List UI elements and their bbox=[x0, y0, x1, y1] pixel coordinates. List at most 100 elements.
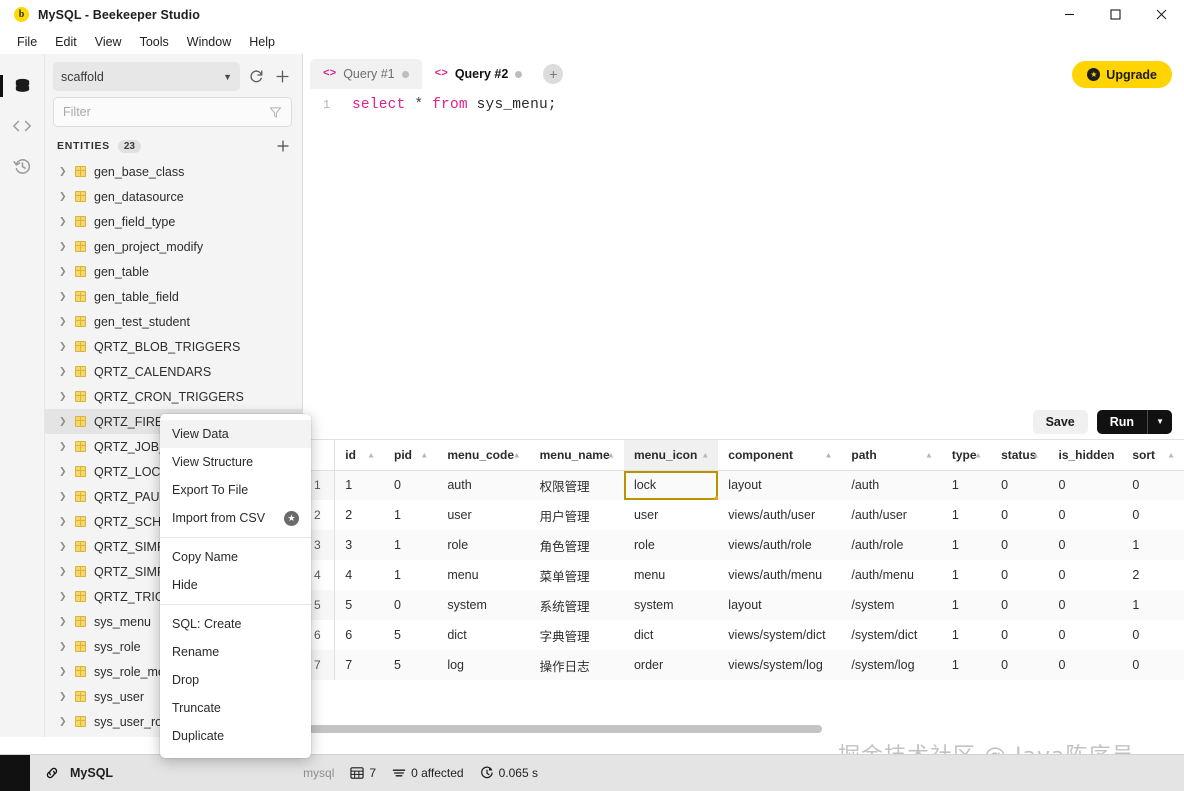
cell-pid[interactable]: 1 bbox=[383, 560, 438, 590]
context-menu-item-sql-create[interactable]: SQL: Create bbox=[160, 610, 311, 638]
cell-path[interactable]: /system bbox=[841, 590, 942, 620]
cell-menu_name[interactable]: 菜单管理 bbox=[529, 560, 624, 590]
cell-sort[interactable]: 0 bbox=[1122, 620, 1184, 650]
cell-path[interactable]: /system/log bbox=[841, 650, 942, 680]
cell-menu_name[interactable]: 操作日志 bbox=[529, 650, 624, 680]
rail-query-button[interactable] bbox=[0, 106, 45, 146]
database-select[interactable]: scaffold ▼ bbox=[53, 62, 240, 91]
cell-status[interactable]: 0 bbox=[991, 500, 1049, 530]
chevron-right-icon[interactable]: ❯ bbox=[59, 491, 67, 502]
tab-query-1[interactable]: <> Query #1 bbox=[310, 59, 422, 89]
table-row[interactable]: 2 2 1 user 用户管理 user views/auth/user/auth/user… bbox=[304, 500, 1184, 530]
context-menu-item-import-from-csv[interactable]: Import from CSV ★ bbox=[160, 504, 311, 532]
chevron-right-icon[interactable]: ❯ bbox=[59, 441, 67, 452]
tab-close-icon[interactable] bbox=[515, 70, 523, 78]
menu-file[interactable]: File bbox=[8, 32, 46, 52]
cell-type[interactable]: 1 bbox=[941, 650, 992, 680]
upgrade-button[interactable]: ★ Upgrade bbox=[1072, 61, 1172, 88]
sort-ascending-icon[interactable]: ▲ bbox=[607, 450, 615, 459]
cell-pid[interactable]: 0 bbox=[383, 590, 438, 620]
tab-close-icon[interactable] bbox=[401, 70, 409, 78]
rail-history-button[interactable] bbox=[0, 146, 45, 186]
sidebar-entity-gen_test_student[interactable]: ❯ gen_test_student bbox=[45, 309, 302, 334]
cell-pid[interactable]: 1 bbox=[383, 500, 438, 530]
cell-status[interactable]: 0 bbox=[991, 530, 1049, 560]
cell-id[interactable]: 6 bbox=[334, 620, 384, 650]
chevron-right-icon[interactable]: ❯ bbox=[59, 691, 67, 702]
chevron-right-icon[interactable]: ❯ bbox=[59, 641, 67, 652]
sort-ascending-icon[interactable]: ▲ bbox=[513, 450, 521, 459]
chevron-right-icon[interactable]: ❯ bbox=[59, 241, 67, 252]
cell-pid[interactable]: 5 bbox=[383, 620, 438, 650]
cell-component[interactable]: views/auth/user bbox=[718, 500, 842, 530]
column-header-menu_icon[interactable]: menu_icon ▲ bbox=[623, 440, 719, 471]
table-row[interactable]: 5 5 0 system 系统管理 system layout/system 1 0 0 1 bbox=[304, 590, 1184, 620]
cell-menu_icon[interactable]: user bbox=[623, 500, 719, 530]
sidebar-entity-qrtz_blob_triggers[interactable]: ❯ QRTZ_BLOB_TRIGGERS bbox=[45, 334, 302, 359]
cell-menu_icon[interactable]: role bbox=[623, 530, 719, 560]
cell-id[interactable]: 2 bbox=[334, 500, 384, 530]
context-menu-item-view-data[interactable]: View Data bbox=[160, 420, 311, 448]
cell-menu_code[interactable]: role bbox=[437, 530, 530, 560]
cell-is_hidden[interactable]: 0 bbox=[1048, 500, 1123, 530]
cell-type[interactable]: 1 bbox=[941, 560, 992, 590]
cell-status[interactable]: 0 bbox=[991, 590, 1049, 620]
cell-type[interactable]: 1 bbox=[941, 470, 992, 500]
cell-component[interactable]: views/auth/menu bbox=[718, 560, 842, 590]
cell-path[interactable]: /auth bbox=[841, 470, 942, 500]
cell-path[interactable]: /auth/role bbox=[841, 530, 942, 560]
context-menu-item-view-structure[interactable]: View Structure bbox=[160, 448, 311, 476]
maximize-icon[interactable] bbox=[1092, 0, 1138, 29]
sort-ascending-icon[interactable]: ▲ bbox=[367, 450, 375, 459]
sidebar-entity-gen_project_modify[interactable]: ❯ gen_project_modify bbox=[45, 234, 302, 259]
chevron-right-icon[interactable]: ❯ bbox=[59, 516, 67, 527]
cell-menu_code[interactable]: system bbox=[437, 590, 530, 620]
cell-status[interactable]: 0 bbox=[991, 470, 1049, 500]
cell-path[interactable]: /auth/user bbox=[841, 500, 942, 530]
column-header-menu_code[interactable]: menu_code ▲ bbox=[437, 440, 530, 471]
refresh-icon[interactable] bbox=[246, 67, 266, 87]
context-menu-item-export-to-file[interactable]: Export To File bbox=[160, 476, 311, 504]
cell-sort[interactable]: 0 bbox=[1122, 500, 1184, 530]
sidebar-entity-qrtz_cron_triggers[interactable]: ❯ QRTZ_CRON_TRIGGERS bbox=[45, 384, 302, 409]
chevron-right-icon[interactable]: ❯ bbox=[59, 416, 67, 427]
menu-edit[interactable]: Edit bbox=[46, 32, 86, 52]
cell-id[interactable]: 5 bbox=[334, 590, 384, 620]
cell-status[interactable]: 0 bbox=[991, 620, 1049, 650]
context-menu-item-hide[interactable]: Hide bbox=[160, 571, 311, 599]
sidebar-entity-gen_table[interactable]: ❯ gen_table bbox=[45, 259, 302, 284]
cell-component[interactable]: views/system/log bbox=[718, 650, 842, 680]
cell-sort[interactable]: 0 bbox=[1122, 650, 1184, 680]
cell-status[interactable]: 0 bbox=[991, 650, 1049, 680]
results-grid-container[interactable]: id ▲ pid ▲ menu_code ▲ menu_name ▲ menu_icon ▲ com… bbox=[304, 440, 1184, 737]
chevron-right-icon[interactable]: ❯ bbox=[59, 166, 67, 177]
cell-id[interactable]: 1 bbox=[334, 470, 384, 500]
cell-id[interactable]: 3 bbox=[334, 530, 384, 560]
chevron-right-icon[interactable]: ❯ bbox=[59, 366, 67, 377]
cell-pid[interactable]: 1 bbox=[383, 530, 438, 560]
rail-database-button[interactable] bbox=[0, 66, 45, 106]
chevron-right-icon[interactable]: ❯ bbox=[59, 541, 67, 552]
column-header-is_hidden[interactable]: is_hidden ▲ bbox=[1048, 440, 1123, 471]
filter-icon[interactable] bbox=[269, 106, 282, 119]
cell-sort[interactable]: 2 bbox=[1122, 560, 1184, 590]
column-header-sort[interactable]: sort ▲ bbox=[1122, 440, 1184, 471]
table-row[interactable]: 7 7 5 log 操作日志 order views/system/log/system/l… bbox=[304, 650, 1184, 680]
context-menu-item-rename[interactable]: Rename bbox=[160, 638, 311, 666]
sort-ascending-icon[interactable]: ▲ bbox=[925, 450, 933, 459]
cell-id[interactable]: 4 bbox=[334, 560, 384, 590]
run-options-chevron-down-icon[interactable]: ▼ bbox=[1148, 410, 1172, 434]
cell-menu_icon-selected[interactable]: lock bbox=[623, 470, 719, 500]
sidebar-entity-gen_field_type[interactable]: ❯ gen_field_type bbox=[45, 209, 302, 234]
cell-path[interactable]: /auth/menu bbox=[841, 560, 942, 590]
cell-menu_icon[interactable]: dict bbox=[623, 620, 719, 650]
cell-menu_name[interactable]: 用户管理 bbox=[529, 500, 624, 530]
run-button[interactable]: Run bbox=[1097, 410, 1147, 434]
cell-menu_code[interactable]: user bbox=[437, 500, 530, 530]
cell-menu_code[interactable]: dict bbox=[437, 620, 530, 650]
column-header-component[interactable]: component ▲ bbox=[718, 440, 842, 471]
cell-is_hidden[interactable]: 0 bbox=[1048, 530, 1123, 560]
table-row[interactable]: 1 1 0 auth 权限管理 lock layout/auth 1 0 0 0 bbox=[304, 470, 1184, 500]
chevron-right-icon[interactable]: ❯ bbox=[59, 216, 67, 227]
context-menu-item-truncate[interactable]: Truncate bbox=[160, 694, 311, 722]
